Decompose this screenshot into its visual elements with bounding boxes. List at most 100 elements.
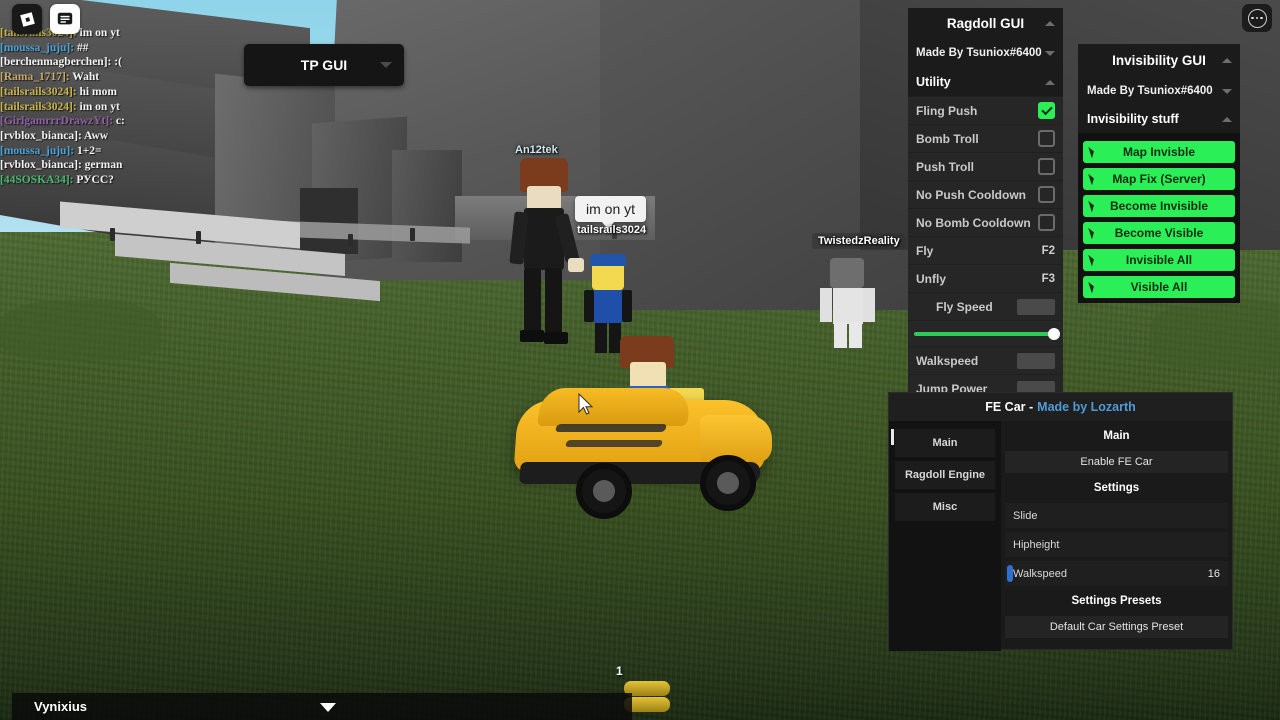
ragdoll-keybind-key[interactable]: F2	[1042, 245, 1055, 257]
chat-line: [tailsrails3024]: hi mom	[0, 85, 210, 100]
ragdoll-toggle-label: Bomb Troll	[916, 131, 979, 146]
chevron-up-icon[interactable]	[1222, 58, 1232, 63]
vehicle-vent-2	[564, 440, 664, 447]
invisible-all-button[interactable]: Invisible All	[1083, 249, 1235, 271]
checkbox-unchecked-icon[interactable]	[1038, 186, 1055, 203]
setting-hipheight-label: Hipheight	[1013, 538, 1060, 551]
invisibility-gui-author-row[interactable]: Made By Tsuniox#6400	[1078, 76, 1240, 105]
checkbox-unchecked-icon[interactable]	[1038, 158, 1055, 175]
chat-line: [44SOSKA34]: РУСС?	[0, 173, 210, 188]
ragdoll-toggle-label: No Push Cooldown	[916, 187, 1026, 202]
ragdoll-toggle-row[interactable]: Bomb Troll	[908, 124, 1063, 152]
enable-fe-car-button[interactable]: Enable FE Car	[1005, 451, 1228, 473]
setting-walkspeed-value[interactable]: 16	[1208, 568, 1220, 580]
chat-username: [tailsrails3024]:	[0, 100, 77, 113]
map-invisible-button[interactable]: Map Invisble	[1083, 141, 1235, 163]
setting-slide-row[interactable]: Slide	[1005, 503, 1228, 528]
invisibility-gui-title-bar[interactable]: Invisibility GUI	[1078, 44, 1240, 76]
cursor-arrow-icon	[1088, 172, 1096, 186]
map-fix-server-label: Map Fix (Server)	[1112, 172, 1206, 186]
ellipsis-dot	[1251, 16, 1254, 20]
fe-car-title-bar[interactable]: FE Car - Made by Lozarth	[889, 393, 1232, 421]
ragdoll-field-label: Walkspeed	[916, 353, 979, 368]
ragdoll-fly-speed-slider[interactable]	[908, 320, 1063, 346]
tab-ragdoll-engine[interactable]: Ragdoll Engine	[895, 461, 995, 489]
ragdoll-gui-panel: Ragdoll GUI Made By Tsuniox#6400 Utility…	[908, 8, 1063, 402]
chevron-down-icon[interactable]	[380, 62, 392, 68]
ragdoll-keybind-key[interactable]: F3	[1042, 273, 1055, 285]
checkbox-checked-icon[interactable]	[1038, 102, 1055, 119]
ragdoll-field-input[interactable]	[1017, 352, 1055, 369]
ragdoll-field-walkspeed[interactable]: Walkspeed	[908, 346, 1063, 374]
world-chat-bubble: im on yt	[575, 196, 647, 229]
fe-car-body: Main Ragdoll Engine Misc Main Enable FE …	[889, 421, 1232, 651]
ellipsis-circle-icon[interactable]	[1242, 4, 1272, 32]
roblox-logo-icon[interactable]	[12, 4, 42, 34]
setting-hipheight-row[interactable]: Hipheight	[1005, 532, 1228, 557]
chat-username: [moussa_juju]:	[0, 144, 75, 157]
chat-message: Aww	[84, 129, 109, 142]
ragdoll-gui-section-utility[interactable]: Utility	[908, 68, 1063, 96]
tab-ragdoll-engine-label: Ragdoll Engine	[904, 469, 986, 481]
chevron-up-icon[interactable]	[1045, 80, 1055, 85]
ragdoll-gui-title-bar[interactable]: Ragdoll GUI	[908, 8, 1063, 38]
ellipsis-circle-ring	[1247, 8, 1267, 28]
vehicle-vent-1	[554, 424, 668, 432]
slider-knob[interactable]	[1048, 327, 1060, 340]
chevron-up-icon[interactable]	[1045, 21, 1055, 26]
chevron-down-icon[interactable]	[1045, 51, 1055, 56]
chat-message: german	[84, 159, 123, 172]
setting-walkspeed-label: Walkspeed	[1013, 567, 1068, 580]
ragdoll-fly-speed-label: Fly Speed	[936, 299, 993, 314]
tp-gui-button[interactable]: TP GUI	[244, 44, 404, 86]
chevron-down-icon[interactable]	[1222, 88, 1232, 94]
checkbox-unchecked-icon[interactable]	[1038, 130, 1055, 147]
invisibility-gui-section[interactable]: Invisibility stuff	[1078, 105, 1240, 133]
vehicle-wheel-rear	[576, 463, 632, 519]
invisibility-gui-title: Invisibility GUI	[1112, 52, 1206, 68]
become-visible-button[interactable]: Become Visible	[1083, 222, 1235, 244]
ragdoll-gui-section-label: Utility	[916, 75, 951, 89]
ragdoll-toggle-row[interactable]: Push Troll	[908, 152, 1063, 180]
ragdoll-fly-speed-input[interactable]	[1017, 298, 1055, 315]
ellipsis-dot	[1255, 16, 1259, 20]
distant-player-3	[348, 234, 353, 247]
chevron-up-icon[interactable]	[1222, 117, 1232, 122]
chat-username: [rvblox_bianca]:	[0, 129, 82, 142]
nametag-an12tek: An12tek	[515, 144, 558, 156]
slider-track	[914, 331, 1055, 336]
ragdoll-toggle-label: Push Troll	[916, 159, 975, 174]
tab-main[interactable]: Main	[895, 429, 995, 457]
fe-car-main-content: Main Enable FE Car Settings Slide Hiphei…	[1001, 421, 1232, 651]
ragdoll-keybind-row-unfly[interactable]: Unfly F3	[908, 264, 1063, 292]
bottom-player-bar[interactable]: Vynixius	[12, 693, 632, 720]
chat-username: [tailsrails3024]:	[0, 85, 77, 98]
distant-player-1	[110, 228, 115, 241]
triangle-down-icon[interactable]	[320, 702, 336, 712]
chat-line: [Rama_1717]: Waht	[0, 70, 210, 85]
visible-all-button[interactable]: Visible All	[1083, 276, 1235, 298]
ragdoll-fly-speed-row[interactable]: Fly Speed	[908, 292, 1063, 320]
checkbox-unchecked-icon[interactable]	[1038, 214, 1055, 231]
fe-car-title: FE Car -	[985, 400, 1034, 414]
become-invisible-button[interactable]: Become Invisible	[1083, 195, 1235, 217]
ragdoll-keybind-row-fly[interactable]: Fly F2	[908, 236, 1063, 264]
default-car-settings-preset-button[interactable]: Default Car Settings Preset	[1005, 616, 1228, 638]
ragdoll-toggle-row[interactable]: No Push Cooldown	[908, 180, 1063, 208]
ragdoll-toggle-label: Fling Push	[916, 103, 978, 118]
distant-player-2	[196, 231, 201, 244]
setting-walkspeed-row[interactable]: Walkspeed 16	[1005, 561, 1228, 586]
chat-message: im on yt	[79, 100, 120, 113]
ragdoll-gui-author-row[interactable]: Made By Tsuniox#6400	[908, 38, 1063, 68]
tab-main-label: Main	[932, 437, 958, 449]
invisibility-gui-author: Made By Tsuniox#6400	[1087, 84, 1213, 97]
player-name-label: Vynixius	[34, 699, 87, 714]
ragdoll-toggle-row[interactable]: Fling Push	[908, 96, 1063, 124]
ragdoll-toggle-row[interactable]: No Bomb Cooldown	[908, 208, 1063, 236]
map-fix-server-button[interactable]: Map Fix (Server)	[1083, 168, 1235, 190]
map-invisible-label: Map Invisble	[1122, 145, 1196, 159]
chat-lines-icon[interactable]	[50, 4, 80, 34]
nametag-twistedzreality: TwistedzReality	[812, 233, 906, 249]
tab-misc[interactable]: Misc	[895, 493, 995, 521]
chat-username: [berchenmagberchen]:	[0, 56, 112, 69]
